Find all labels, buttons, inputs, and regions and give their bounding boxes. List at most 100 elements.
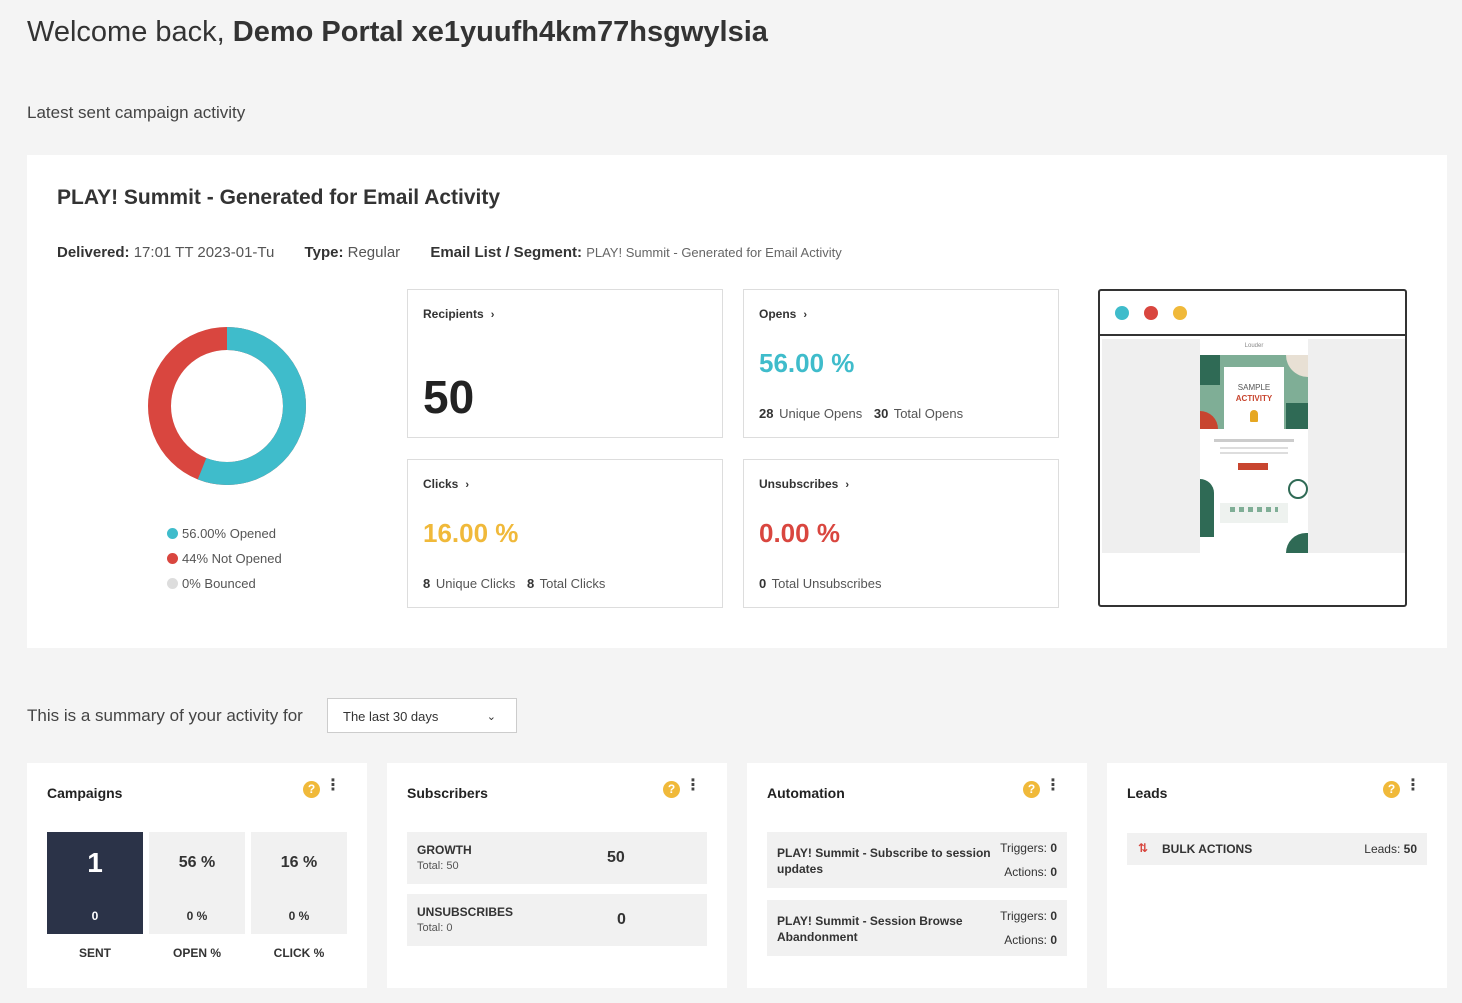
- legend-label: 56.00% Opened: [182, 526, 276, 541]
- click-rate-sub-value: 0 %: [288, 909, 310, 923]
- chevron-right-icon: ›: [465, 479, 470, 491]
- more-options-icon[interactable]: ⋮: [685, 778, 701, 794]
- list-value: PLAY! Summit - Generated for Email Activ…: [586, 245, 842, 260]
- email-preview[interactable]: Louder SAMPLE ACTIVITY: [1098, 289, 1407, 607]
- window-dot-icon: [1144, 305, 1158, 320]
- automation-actions: Actions: 0: [1004, 865, 1057, 879]
- unsubscribes-row[interactable]: UNSUBSCRIBES Total: 0 0: [407, 894, 707, 946]
- open-rate-sub-value: 0 %: [186, 909, 208, 923]
- unsubscribes-breakdown: 0 Total Unsubscribes: [759, 576, 881, 591]
- legend-dot-opened: [167, 528, 178, 539]
- sent-sub-value: 0: [91, 909, 99, 923]
- unsubscribes-total: Total: 0: [417, 922, 453, 934]
- chevron-right-icon: ›: [490, 309, 495, 321]
- help-icon[interactable]: ?: [1383, 781, 1400, 798]
- list-info: Email List / Segment: PLAY! Summit - Gen…: [430, 244, 841, 261]
- total-unsubscribes-count: 0: [759, 576, 767, 591]
- help-icon[interactable]: ?: [303, 781, 320, 798]
- chevron-down-icon: ⌄: [486, 711, 496, 723]
- total-opens-label: Total Opens: [893, 406, 964, 421]
- legend-item-not-opened: 44% Not Opened: [167, 546, 282, 571]
- leads-count-value: 50: [1403, 842, 1417, 856]
- triggers-label: Triggers:: [1000, 909, 1047, 923]
- unsubscribes-stat-card: Unsubscribes › 0.00 % 0 Total Unsubscribe…: [743, 459, 1059, 608]
- help-icon[interactable]: ?: [1023, 781, 1040, 798]
- opens-breakdown: 28 Unique Opens 30 Total Opens: [759, 406, 963, 421]
- unsubscribes-label: UNSUBSCRIBES: [417, 905, 514, 919]
- donut-legend: 56.00% Opened 44% Not Opened 0% Bounced: [167, 521, 282, 596]
- actions-value: 0: [1050, 933, 1057, 947]
- recipients-link[interactable]: Recipients ›: [423, 307, 494, 321]
- open-rate-value: 56 %: [178, 854, 216, 871]
- legend-label: 44% Not Opened: [182, 551, 282, 566]
- automation-name: PLAY! Summit - Subscribe to session upda…: [777, 846, 991, 876]
- window-dot-icon: [1173, 305, 1187, 320]
- type-label: Type:: [304, 244, 344, 261]
- recipients-label: Recipients: [423, 307, 484, 321]
- bulk-actions-row[interactable]: ⇅ BULK ACTIONS Leads: 50: [1127, 833, 1427, 865]
- automation-row[interactable]: PLAY! Summit - Subscribe to session upda…: [767, 832, 1067, 888]
- unsubscribes-link[interactable]: Unsubscribes ›: [759, 477, 849, 491]
- email-thumbnail: Louder SAMPLE ACTIVITY: [1200, 339, 1308, 553]
- recipients-stat-card: Recipients › 50: [407, 289, 723, 438]
- triggers-value: 0: [1050, 909, 1057, 923]
- unique-opens-count: 28: [759, 406, 774, 421]
- leads-widget-title: Leads: [1127, 785, 1168, 801]
- delivered-value: 17:01 TT 2023-01-Tu: [133, 244, 275, 261]
- open-rate-label: OPEN %: [172, 946, 221, 960]
- actions-value: 0: [1050, 865, 1057, 879]
- leads-count: Leads: 50: [1364, 842, 1417, 856]
- open-rate-box[interactable]: 56 % 0 %: [149, 832, 245, 934]
- opens-link[interactable]: Opens ›: [759, 307, 807, 321]
- unique-clicks-count: 8: [423, 576, 431, 591]
- opens-percent: 56.00 %: [759, 348, 855, 378]
- growth-total: Total: 50: [417, 860, 459, 872]
- latest-campaign-card: PLAY! Summit - Generated for Email Activ…: [27, 155, 1447, 648]
- automation-triggers: Triggers: 0: [1000, 841, 1057, 855]
- unsubscribes-value: 0: [617, 911, 626, 928]
- more-options-icon[interactable]: ⋮: [325, 778, 341, 794]
- legend-item-bounced: 0% Bounced: [167, 571, 282, 596]
- clicks-breakdown: 8 Unique Clicks 8 Total Clicks: [423, 576, 605, 591]
- unique-opens-label: Unique Opens: [779, 406, 863, 421]
- email-headline-2: ACTIVITY: [1235, 394, 1273, 403]
- automation-actions: Actions: 0: [1004, 933, 1057, 947]
- clicks-stat-card: Clicks › 16.00 % 8 Unique Clicks 8 Total …: [407, 459, 723, 608]
- subscribers-widget-title: Subscribers: [407, 785, 488, 801]
- welcome-heading: Welcome back, Demo Portal xe1yuufh4km77h…: [27, 16, 768, 49]
- sent-box[interactable]: 1 0: [47, 832, 143, 934]
- triggers-label: Triggers:: [1000, 841, 1047, 855]
- legend-item-opened: 56.00% Opened: [167, 521, 282, 546]
- campaigns-widget-title: Campaigns: [47, 785, 123, 801]
- summary-label: This is a summary of your activity for: [27, 706, 303, 725]
- automation-triggers: Triggers: 0: [1000, 909, 1057, 923]
- total-clicks-count: 8: [526, 576, 535, 591]
- triggers-value: 0: [1050, 841, 1057, 855]
- more-options-icon[interactable]: ⋮: [1045, 778, 1061, 794]
- automation-widget: Automation ? ⋮ PLAY! Summit - Subscribe …: [747, 763, 1087, 988]
- recipients-value: 50: [423, 371, 475, 423]
- more-options-icon[interactable]: ⋮: [1405, 778, 1421, 794]
- sent-label: SENT: [78, 946, 111, 960]
- unsubscribes-label: Unsubscribes: [759, 477, 839, 491]
- actions-label: Actions:: [1004, 933, 1047, 947]
- help-icon[interactable]: ?: [663, 781, 680, 798]
- welcome-prefix: Welcome back,: [27, 16, 225, 48]
- clicks-link[interactable]: Clicks ›: [423, 477, 469, 491]
- opens-donut-chart: [148, 327, 306, 485]
- campaigns-widget: Campaigns ? ⋮ 1 0 56 % 0 % 16 % 0 % SENT…: [27, 763, 367, 988]
- growth-label: GROWTH: [417, 843, 472, 857]
- delivered-label: Delivered:: [57, 244, 130, 261]
- legend-label: 0% Bounced: [182, 576, 256, 591]
- unsubscribes-percent: 0.00 %: [759, 518, 840, 548]
- campaign-title[interactable]: PLAY! Summit - Generated for Email Activ…: [57, 186, 500, 210]
- automation-row[interactable]: PLAY! Summit - Session Browse Abandonmen…: [767, 900, 1067, 956]
- opens-label: Opens: [759, 307, 797, 321]
- click-rate-box[interactable]: 16 % 0 %: [251, 832, 347, 934]
- leads-widget: Leads ? ⋮ ⇅ BULK ACTIONS Leads: 50: [1107, 763, 1447, 988]
- type-value: Regular: [347, 244, 401, 261]
- period-select[interactable]: The last 30 days ⌄: [327, 698, 517, 733]
- growth-row[interactable]: GROWTH Total: 50 50: [407, 832, 707, 884]
- email-hero: SAMPLE ACTIVITY: [1200, 355, 1308, 429]
- legend-dot-bounced: [167, 578, 178, 589]
